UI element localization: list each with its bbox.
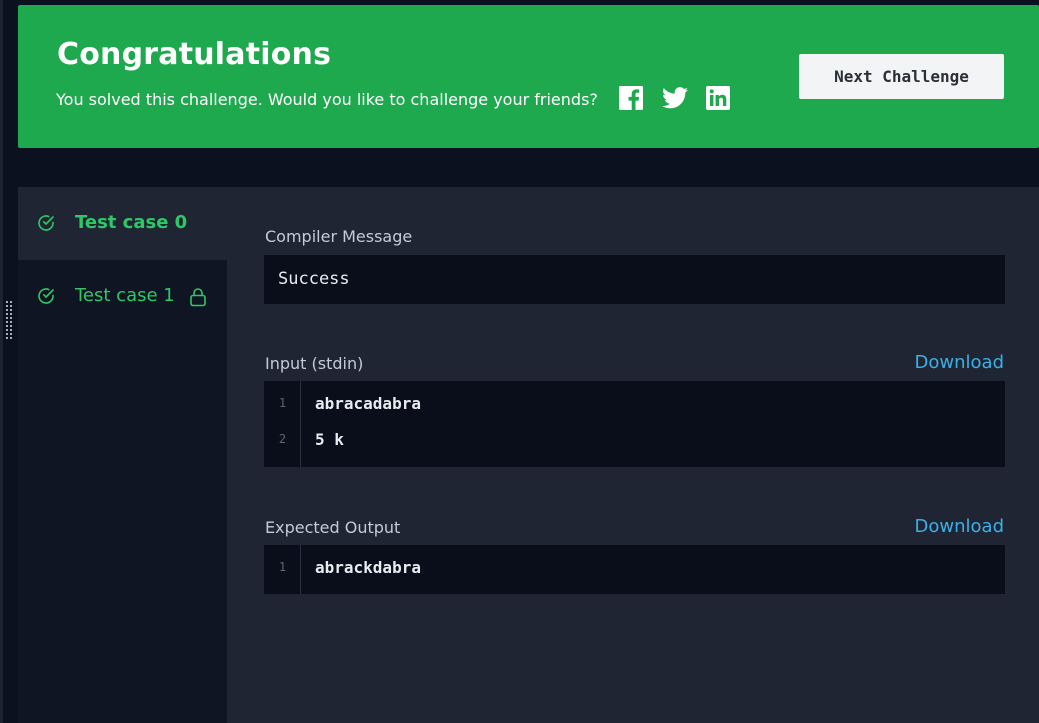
test-case-label: Test case 1: [75, 285, 175, 306]
test-case-label: Test case 0: [75, 212, 188, 233]
line-number: 1: [278, 560, 287, 574]
compiler-message-label: Compiler Message: [265, 227, 413, 246]
code-line: 2 5 k: [264, 424, 1005, 460]
line-number: 1: [278, 396, 287, 410]
results-panel: Test case 0 Test case 1 Compiler Message…: [18, 187, 1039, 723]
resize-handle-icon[interactable]: [5, 300, 13, 340]
left-edge: [0, 0, 3, 723]
expected-output-download-link[interactable]: Download: [915, 516, 1004, 537]
expected-output-code-box: 1 abrackdabra: [264, 545, 1005, 594]
banner-subtitle: You solved this challenge. Would you lik…: [56, 90, 598, 109]
check-circle-icon: [38, 288, 54, 304]
input-label: Input (stdin): [265, 354, 364, 373]
code-text: abrackdabra: [315, 558, 421, 577]
tab-test-case-1[interactable]: Test case 1: [18, 260, 227, 333]
next-challenge-button[interactable]: Next Challenge: [799, 54, 1004, 99]
code-text: abracadabra: [315, 394, 421, 413]
banner-title: Congratulations: [57, 37, 332, 72]
linkedin-icon[interactable]: [706, 86, 730, 110]
twitter-icon[interactable]: [662, 86, 688, 110]
tab-test-case-0[interactable]: Test case 0: [18, 187, 227, 260]
code-line: 1 abrackdabra: [264, 552, 1005, 588]
line-number: 2: [278, 432, 287, 446]
compiler-message-text: Success: [278, 269, 350, 289]
expected-output-label: Expected Output: [265, 518, 401, 537]
compiler-message-box: Success: [264, 255, 1005, 304]
lock-icon: [190, 288, 206, 307]
input-download-link[interactable]: Download: [915, 352, 1004, 373]
check-circle-icon: [38, 215, 54, 231]
facebook-icon[interactable]: [619, 86, 643, 110]
code-text: 5 k: [315, 430, 344, 449]
page: Congratulations You solved this challeng…: [0, 0, 1039, 723]
code-line: 1 abracadabra: [264, 388, 1005, 424]
success-banner: Congratulations You solved this challeng…: [18, 5, 1039, 148]
test-case-sidebar: Test case 0 Test case 1: [18, 187, 227, 723]
input-code-box: 1 abracadabra 2 5 k: [264, 381, 1005, 467]
